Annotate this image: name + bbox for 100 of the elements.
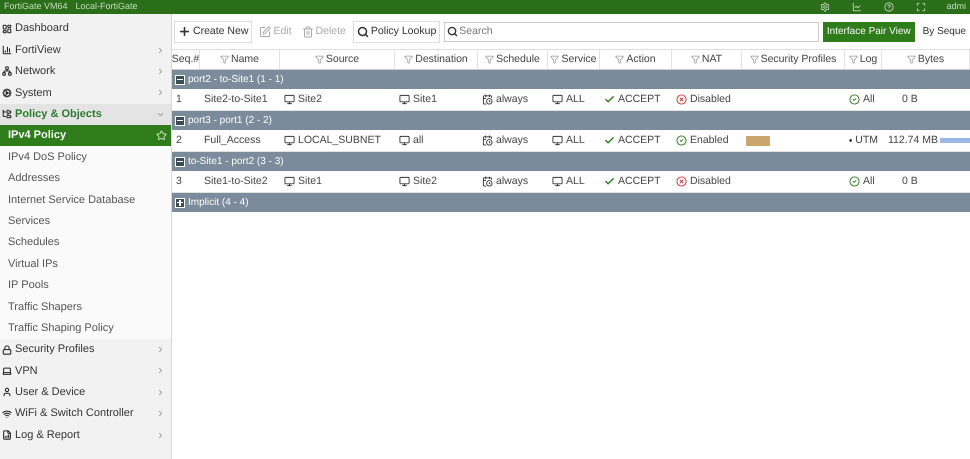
check-icon [604,176,615,187]
help-icon[interactable] [884,2,894,12]
sidebar-subitem[interactable]: Virtual IPs [0,253,171,275]
sidebar-subitem[interactable]: IPv4 DoS Policy [0,146,171,168]
menu-icon [2,45,12,56]
sidebar-subitem[interactable]: Addresses [0,168,171,190]
filter-icon [848,55,858,64]
sidebar-item[interactable]: VPN [0,360,171,382]
source-address: Site1 [298,174,322,189]
menu-icon [2,66,12,76]
sidebar-item[interactable]: System [0,82,171,104]
schedule-value: always [496,132,528,148]
column-header[interactable]: Log [860,52,878,68]
column-header[interactable]: Security Profiles [760,52,836,68]
chart-icon[interactable] [852,2,862,12]
address-icon [284,176,295,187]
sidebar-subitem[interactable]: Traffic Shaping Policy [0,317,171,339]
filter-icon [485,55,494,64]
seq-number: 2 [176,132,182,148]
search-icon [356,26,369,38]
settings-icon[interactable] [820,2,830,12]
hostname: Local-FortiGate [76,0,138,14]
group-header[interactable]: port2 - to-Site1 (1 - 1) [172,70,970,89]
menu-icon [2,344,12,355]
search-box[interactable]: Search [444,22,819,42]
filter-icon [550,55,560,64]
schedule-value: always [496,92,528,107]
policy-lookup-button[interactable]: Policy Lookup [352,20,440,42]
column-header[interactable]: Seq.# [172,52,200,68]
menu-icon [2,24,12,34]
address-icon [284,135,295,146]
fullscreen-icon[interactable] [916,2,926,12]
action-value: ACCEPT [618,174,661,189]
sidebar-subitem[interactable]: Traffic Shapers [0,296,171,318]
menu-icon [2,408,12,419]
create-new-button[interactable]: Create New [174,20,252,42]
sidebar-subitem[interactable]: IP Pools [0,274,171,296]
expand-icon[interactable] [175,198,185,208]
sidebar-subitem[interactable]: Services [0,210,171,232]
nat-status: Disabled [690,92,731,107]
menu-icon [2,430,12,440]
column-header[interactable]: Bytes [918,52,944,68]
column-header[interactable]: Source [326,52,360,68]
sidebar-item[interactable]: WiFi & Switch Controller [0,403,171,424]
column-header[interactable]: Action [626,52,656,68]
action-value: ACCEPT [618,132,661,148]
service-value: ALL [566,174,585,189]
service-value: ALL [566,132,585,148]
sidebar-subitem[interactable]: Schedules [0,232,171,254]
schedule-icon [482,94,493,105]
sidebar-item[interactable]: User & Device [0,382,171,404]
menu-icon [2,387,12,398]
group-header[interactable]: port3 - port1 (2 - 2) [172,111,970,130]
filter-icon [314,55,324,64]
bytes-value: 112.74 MB [888,132,938,148]
policy-name: Full_Access [204,132,261,148]
column-header[interactable]: Name [230,52,259,68]
source-address: Site2 [298,92,322,107]
filter-icon [404,55,414,64]
service-icon [552,176,563,187]
menu-icon [2,88,12,98]
policy-name: Site2-to-Site1 [204,92,268,107]
sidebar-subitem[interactable]: IPv4 Policy [0,124,171,146]
group-header[interactable]: Implicit (4 - 4) [172,193,970,212]
column-header[interactable]: Schedule [496,52,540,68]
column-header[interactable]: Service [561,52,596,68]
edit-icon [259,26,272,38]
seq-number: 3 [176,174,182,189]
trash-icon [302,26,314,38]
collapse-icon[interactable] [175,116,185,126]
column-header[interactable]: NAT [702,52,722,68]
check-icon [604,135,615,146]
check-circle-icon [849,94,860,105]
address-icon [399,94,410,105]
collapse-icon[interactable] [175,156,185,166]
sidebar-item[interactable]: Network [0,60,171,82]
sidebar-item[interactable]: Dashboard [0,18,171,40]
sidebar-item[interactable]: FortiView [0,39,171,61]
collapse-icon[interactable] [175,74,185,84]
view-toggle[interactable]: By Seque [918,22,970,42]
view-toggle[interactable]: Interface Pair View [822,22,915,42]
nat-status: Enabled [690,132,729,148]
search-field[interactable]: Search [459,24,816,40]
menu-icon [2,109,12,120]
destination-address: Site1 [413,92,437,107]
group-header[interactable]: to-Site1 - port2 (3 - 3) [172,152,970,171]
policy-name: Site1-to-Site2 [204,174,268,189]
sidebar-subitem[interactable]: Internet Service Database [0,189,171,211]
column-header[interactable]: Destination [415,52,468,68]
filter-icon [615,55,624,64]
destination-address: Site2 [413,174,437,189]
bytes-value: 0 B [901,92,918,107]
search-icon [447,26,458,37]
sidebar-item[interactable]: Policy & Objects [0,104,171,125]
user-menu[interactable]: admi [946,0,966,14]
sidebar-item[interactable]: Security Profiles [0,338,171,360]
seq-number: 1 [176,92,182,107]
schedule-value: always [496,174,528,189]
sidebar-item[interactable]: Log & Report [0,424,171,446]
address-icon [284,94,295,105]
